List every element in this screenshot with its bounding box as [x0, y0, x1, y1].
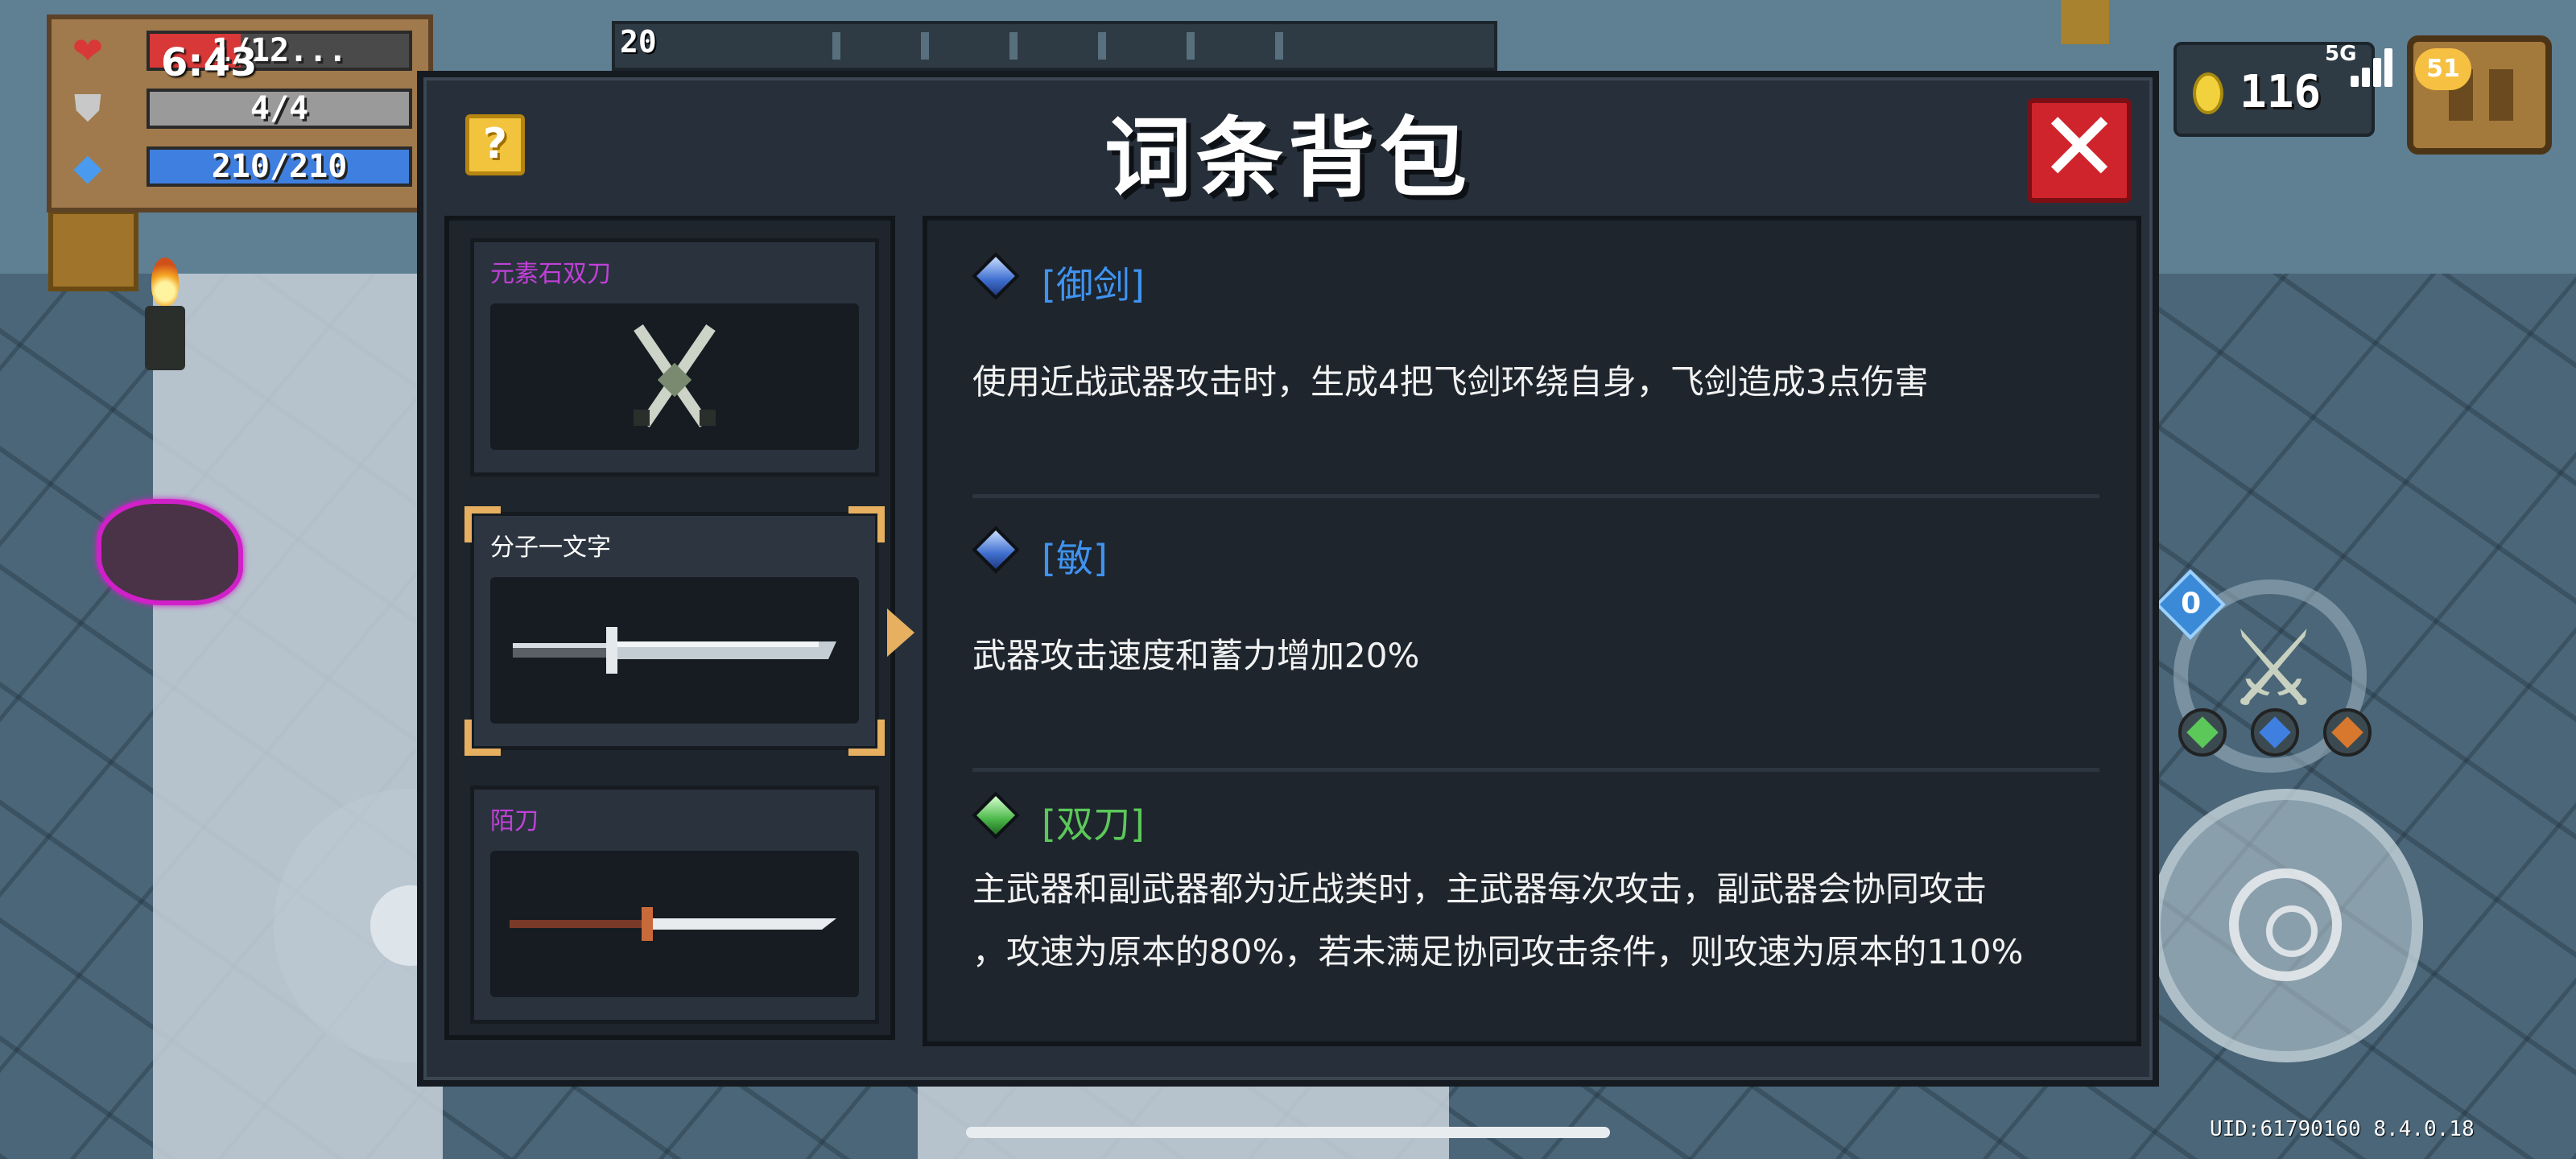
trait-description-line: 主武器和副武器都为近战类时，主武器每次攻击，副武器会协同攻击 — [972, 869, 1988, 909]
crosshair-icon — [2229, 868, 2342, 981]
coin-icon — [2193, 72, 2223, 114]
armor-bar: 4/4 — [147, 89, 412, 129]
wooden-crate — [48, 209, 138, 291]
weapon-card-selected[interactable]: 分子一文字 — [464, 506, 885, 756]
divider — [972, 768, 2099, 772]
divider — [972, 494, 2099, 498]
trait-description-line: ，攻速为原本的80%，若未满足协同攻击条件，则攻速为原本的110% — [972, 932, 2024, 971]
gem-slot-orange — [2323, 708, 2372, 757]
gem-slot-blue — [2251, 708, 2299, 757]
trait-name: [御剑] — [1042, 263, 1145, 307]
weapon-name: 元素石双刀 — [490, 260, 611, 288]
crossed-blades-icon: ⚔ — [2227, 608, 2321, 730]
blue-gem-icon — [972, 526, 1020, 574]
trait-name: [双刀] — [1042, 802, 1145, 846]
coin-value: 116 — [2240, 66, 2322, 118]
weapon-image — [490, 851, 859, 997]
weapon-image — [490, 303, 859, 450]
status-clock: 6:43 — [161, 40, 258, 85]
weapon-card[interactable]: 陌刀 — [470, 786, 879, 1024]
heart-icon: ❤ — [72, 29, 104, 72]
enemy-sprite — [97, 499, 243, 605]
buff-count: 20 — [620, 24, 657, 60]
energy-row: ◆ 210/210 — [66, 143, 420, 190]
green-gem-icon — [972, 791, 1020, 839]
weapon-name: 陌刀 — [490, 807, 539, 835]
energy-crystal-icon: ◆ — [73, 145, 102, 188]
trait-description: 使用近战武器攻击时，生成4把飞剑环绕自身，飞剑造成3点伤害 — [972, 362, 1929, 402]
buff-bar — [612, 21, 1497, 71]
weapon-image — [490, 577, 859, 724]
close-button[interactable]: ✕ — [2027, 98, 2132, 203]
long-blade-icon — [510, 907, 836, 941]
weapon-card[interactable]: 元素石双刀 — [470, 238, 879, 476]
crossed-blades-icon — [634, 324, 716, 427]
armor-row: ⛊ 4/4 — [66, 85, 420, 132]
signal-icon — [2351, 47, 2399, 87]
torch-icon — [137, 258, 193, 370]
trait-entry: [敏] 武器攻击速度和蓄力增加20% — [972, 518, 2124, 687]
shield-icon: ⛊ — [73, 86, 102, 130]
door-pillar — [2061, 0, 2109, 44]
battery-indicator: 51 — [2415, 48, 2471, 90]
weapon-name: 分子一文字 — [490, 534, 611, 562]
selection-arrow-icon — [887, 608, 914, 657]
dialog-title: 词条背包 — [1104, 109, 1472, 209]
armor-value: 4/4 — [250, 90, 309, 127]
energy-bar: 210/210 — [147, 146, 412, 187]
uid-version: UID:61790160 8.4.0.18 — [2210, 1117, 2475, 1141]
energy-value: 210/210 — [211, 148, 348, 185]
attack-button[interactable] — [2149, 789, 2423, 1062]
trait-name: [敏] — [1042, 537, 1108, 580]
home-indicator[interactable] — [966, 1127, 1610, 1138]
trait-list: [御剑] 使用近战武器攻击时，生成4把飞剑环绕自身，飞剑造成3点伤害 [敏] 武… — [923, 216, 2141, 1046]
trait-description: 武器攻击速度和蓄力增加20% — [972, 636, 1420, 675]
gem-slot-green — [2178, 708, 2227, 757]
katana-icon — [513, 627, 836, 674]
trait-entry: [御剑] 使用近战武器攻击时，生成4把飞剑环绕自身，飞剑造成3点伤害 — [972, 245, 2124, 414]
trait-backpack-dialog: ? 词条背包 ✕ 元素石双刀 分子一文字 陌刀 [御剑] 使用近战武器攻击时，生… — [417, 71, 2159, 1087]
blue-gem-icon — [972, 252, 1020, 300]
trait-entry: [双刀] 主武器和副武器都为近战类时，主武器每次攻击，副武器会协同攻击 ，攻速为… — [972, 784, 2124, 984]
weapon-list: 元素石双刀 分子一文字 陌刀 — [444, 216, 895, 1040]
